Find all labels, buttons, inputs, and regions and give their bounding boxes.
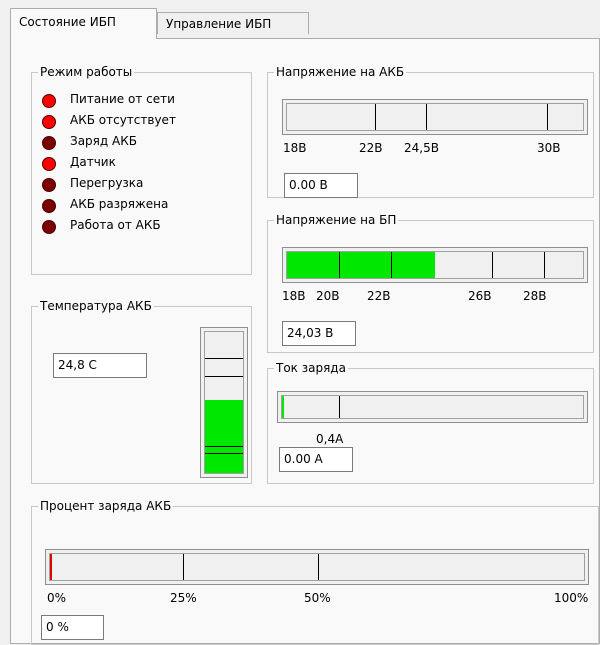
status-led-icon <box>42 178 56 192</box>
indicator-label: АКБ разряжена <box>70 197 169 211</box>
charge-percent-value[interactable]: 0 % <box>41 615 104 640</box>
zero-marker <box>50 554 52 580</box>
mode-title: Режим работы <box>40 65 133 79</box>
psu-voltage-fill <box>287 252 435 278</box>
indicator-label: Работа от АКБ <box>70 218 161 232</box>
charge-percent-title: Процент заряда АКБ <box>40 499 172 513</box>
status-led-icon <box>42 115 56 129</box>
indicator-label: АКБ отсутствует <box>70 113 176 127</box>
temperature-gauge <box>200 327 248 478</box>
temperature-fill <box>205 399 243 473</box>
tab-panel: Режим работы Питание от сети АКБ отсутств… <box>10 38 600 645</box>
psu-voltage-tick: 28В <box>523 289 547 303</box>
psu-voltage-title: Напряжение на БП <box>276 213 397 227</box>
status-led-icon <box>42 220 56 234</box>
charge-percent-gauge <box>45 549 589 585</box>
psu-voltage-tick: 18В <box>282 289 306 303</box>
battery-voltage-tick: 18В <box>283 141 307 155</box>
charge-current-group: Ток заряда 0,4А 0.00 А <box>267 361 594 484</box>
battery-voltage-tick: 24,5В <box>404 141 439 155</box>
indicator-label: Перегрузка <box>70 176 144 190</box>
charge-percent-tick: 50% <box>304 591 331 605</box>
temperature-group: Температура АКБ 24,8 С <box>31 299 252 484</box>
battery-voltage-gauge <box>282 99 588 135</box>
status-led-icon <box>42 199 56 213</box>
charge-current-title: Ток заряда <box>276 361 346 375</box>
charge-percent-tick: 25% <box>170 591 197 605</box>
status-led-icon <box>42 136 56 150</box>
tab-ups-status[interactable]: Состояние ИБП <box>10 8 157 39</box>
indicator-label: Питание от сети <box>70 92 175 106</box>
charge-percent-group: Процент заряда АКБ 0% 25% 50% 100% 0 % <box>31 499 599 645</box>
psu-voltage-tick: 26В <box>468 289 492 303</box>
tab-bar: Состояние ИБП Управление ИБП <box>0 0 600 39</box>
battery-voltage-group: Напряжение на АКБ 18В 22В 24,5В 30В 0.00… <box>267 65 594 198</box>
mode-group: Режим работы Питание от сети АКБ отсутств… <box>31 65 252 275</box>
charge-current-value[interactable]: 0.00 А <box>279 447 353 472</box>
battery-voltage-tick: 22В <box>359 141 383 155</box>
charge-percent-tick: 100% <box>554 591 589 605</box>
status-led-icon <box>42 157 56 171</box>
psu-voltage-value[interactable]: 24,03 В <box>282 321 356 346</box>
psu-voltage-tick: 20В <box>316 289 340 303</box>
battery-voltage-tick: 30В <box>537 141 561 155</box>
tab-ups-control[interactable]: Управление ИБП <box>157 12 309 34</box>
status-led-icon <box>42 94 56 108</box>
psu-voltage-group: Напряжение на БП 18В 20В 22В 26В 28В 24,… <box>267 213 594 353</box>
temperature-value[interactable]: 24,8 С <box>53 353 147 378</box>
charge-percent-tick: 0% <box>47 591 67 605</box>
indicator-label: Заряд АКБ <box>70 134 137 148</box>
charge-current-gauge <box>277 391 588 423</box>
psu-voltage-tick: 22В <box>367 289 391 303</box>
psu-voltage-gauge <box>282 247 588 283</box>
battery-voltage-value[interactable]: 0.00 В <box>284 173 358 198</box>
battery-voltage-title: Напряжение на АКБ <box>276 65 405 79</box>
indicator-label: Датчик <box>70 155 116 169</box>
temperature-title: Температура АКБ <box>40 299 152 313</box>
charge-current-tick: 0,4А <box>316 432 344 446</box>
